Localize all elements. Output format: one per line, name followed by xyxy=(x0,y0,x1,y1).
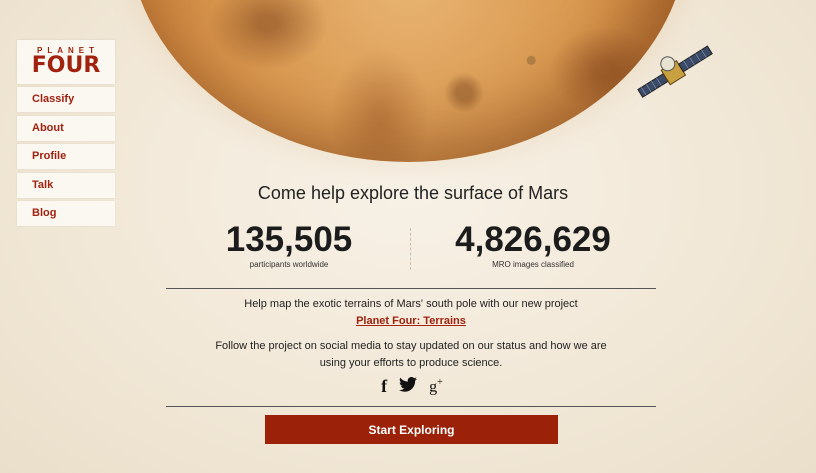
social-text: Follow the project on social media to st… xyxy=(215,340,607,369)
terrains-link[interactable]: Planet Four: Terrains xyxy=(356,315,466,327)
promo-text: Help map the exotic terrains of Mars' so… xyxy=(244,298,578,310)
logo-line-2: FOUR xyxy=(31,53,101,78)
stat-images-value: 4,826,629 xyxy=(455,220,611,259)
nav-item-profile[interactable]: Profile xyxy=(17,144,115,169)
stat-images-label: MRO images classified xyxy=(492,260,574,269)
satellite-image xyxy=(637,45,713,98)
nav-item-classify[interactable]: Classify xyxy=(17,87,115,112)
hero-headline: Come help explore the surface of Mars xyxy=(257,183,569,203)
twitter-icon[interactable] xyxy=(399,376,418,397)
stat-images: 4,826,629 MRO images classified xyxy=(448,220,618,270)
facebook-icon[interactable]: f xyxy=(381,376,387,397)
stat-participants: 135,505 participants worldwide xyxy=(222,220,356,270)
nav-item-blog[interactable]: Blog xyxy=(17,201,115,226)
nav-item-about[interactable]: About xyxy=(17,115,115,141)
divider-top xyxy=(166,288,656,289)
divider-bottom xyxy=(166,406,656,407)
stat-participants-value: 135,505 xyxy=(225,220,353,259)
google-plus-icon[interactable]: g+ xyxy=(429,377,443,396)
planet-four-logo[interactable]: PLANET FOUR xyxy=(17,40,115,84)
stats-divider xyxy=(410,228,411,270)
start-exploring-button[interactable]: Start Exploring xyxy=(265,415,558,444)
mars-planet-image xyxy=(128,0,688,162)
stat-participants-label: participants worldwide xyxy=(249,260,329,269)
social-links: f g+ xyxy=(372,376,452,397)
promo-block: Help map the exotic terrains of Mars' so… xyxy=(166,296,656,330)
